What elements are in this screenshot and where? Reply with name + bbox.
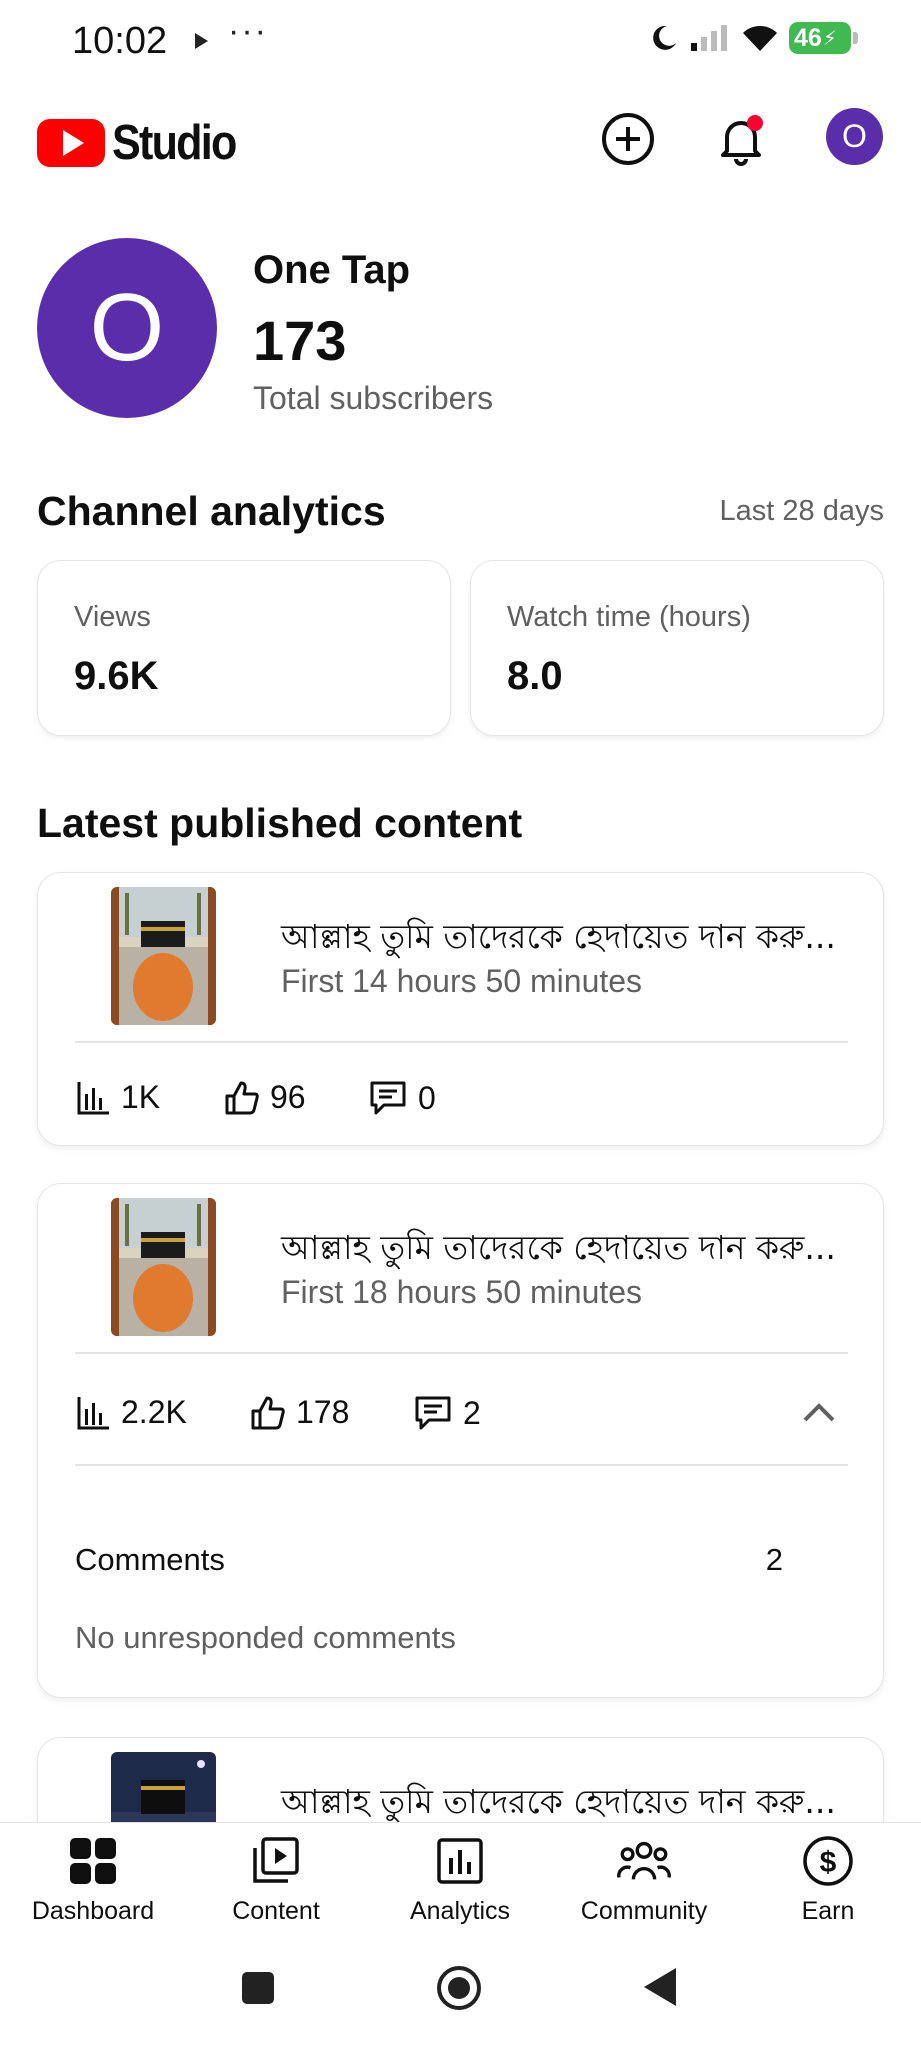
views-count: 2.2K [121,1394,187,1430]
account-avatar[interactable]: O [826,108,883,165]
nav-label: Earn [801,1897,855,1925]
signal-icon [691,25,727,51]
system-navigation [0,1942,921,2048]
watch-time-card[interactable]: Watch time (hours) 8.0 [470,560,884,736]
battery-level: 46 [794,23,822,52]
likes-metric: 96 [224,1079,306,1116]
subscriber-label: Total subscribers [253,380,494,416]
watch-time-label: Watch time (hours) [507,601,751,633]
content-icon [253,1837,299,1883]
views-metric: 1K [75,1079,160,1116]
thumbs-up-icon [225,1081,259,1114]
video-title[interactable]: আল্লাহ তুমি তাদেরকে হেদায়েত দান করু... [281,1222,836,1278]
nav-label: Community [580,1897,708,1925]
recents-square-icon[interactable] [240,1970,276,2006]
nav-earn[interactable]: $ Earn [736,1833,920,1943]
dashboard-icon [70,1838,116,1884]
chevron-up-icon[interactable] [799,1392,839,1432]
video-thumbnail[interactable] [111,887,216,1025]
notifications-button[interactable] [711,109,771,169]
video-age: First 18 hours 50 minutes [281,1274,643,1310]
back-triangle-icon[interactable] [642,1966,678,2008]
youtube-play-icon [37,119,105,167]
views-value: 9.6K [74,654,159,698]
nav-analytics[interactable]: Analytics [368,1833,552,1943]
nav-dashboard[interactable]: Dashboard [1,1833,185,1943]
community-icon [617,1841,671,1880]
comment-icon [415,1396,451,1430]
analytics-period: Last 28 days [719,495,884,527]
app-header: Studio O [0,95,921,185]
comments-total: 2 [765,1542,783,1577]
bar-chart-icon [77,1081,109,1114]
analytics-icon [437,1838,483,1884]
watch-time-value: 8.0 [507,654,563,698]
status-time: 10:02 [72,20,168,62]
views-count: 1K [121,1079,161,1115]
nav-content[interactable]: Content [184,1833,368,1943]
thumbs-up-icon [251,1396,285,1429]
comments-label[interactable]: Comments [75,1542,225,1578]
moon-icon [653,25,676,50]
bar-chart-icon [77,1396,109,1429]
comment-icon [370,1081,406,1115]
svg-text:$: $ [820,1846,837,1879]
video-age: First 14 hours 50 minutes [281,963,643,999]
media-play-icon [195,33,208,49]
video-thumbnail[interactable] [111,1198,216,1336]
likes-count: 178 [296,1394,350,1430]
battery-icon: 46 ⚡ [789,22,858,54]
bell-icon [721,115,763,166]
wifi-icon [743,25,777,51]
status-more-dots: ··· [228,12,268,50]
content-card[interactable]: আল্লাহ তুমি তাদেরকে হেদায়েত দান করু... … [37,1183,884,1698]
status-bar: 10:02 ··· 46 ⚡ [0,0,921,90]
latest-content-title: Latest published content [37,800,523,846]
comments-metric: 0 [368,1079,436,1117]
nav-label: Analytics [409,1897,511,1925]
card-divider [75,1464,848,1466]
views-label: Views [74,601,151,633]
views-card[interactable]: Views 9.6K [37,560,451,736]
logo-text: Studio [112,116,237,170]
likes-count: 96 [270,1079,306,1115]
card-divider [75,1041,848,1043]
plus-circle-icon [602,113,654,165]
video-title[interactable]: আল্লাহ তুমি তাদেরকে হেদায়েত দান করু... [281,911,836,967]
views-metric: 2.2K [75,1394,187,1431]
analytics-title: Channel analytics [37,488,386,534]
home-circle-icon[interactable] [435,1964,483,2012]
card-divider [75,1352,848,1354]
comments-count: 2 [463,1394,481,1431]
likes-metric: 178 [250,1394,349,1431]
youtube-studio-logo[interactable]: Studio [37,115,252,171]
content-card[interactable]: আল্লাহ তুমি তাদেরকে হেদায়েত দান করু... … [37,872,884,1146]
comments-count: 0 [418,1079,436,1116]
nav-label: Dashboard [31,1897,155,1925]
subscriber-count: 173 [253,309,347,372]
create-button[interactable] [598,109,658,169]
bottom-navigation: Dashboard Content Analytics Community $ … [0,1822,921,1942]
comments-metric: 2 [413,1394,481,1432]
channel-name: One Tap [253,248,411,292]
unresponded-status: No unresponded comments [75,1620,456,1655]
channel-avatar[interactable]: O [37,238,217,418]
nav-community[interactable]: Community [552,1833,736,1943]
nav-label: Content [232,1897,320,1925]
status-indicators: 46 ⚡ [649,22,858,54]
earn-icon: $ [803,1836,853,1886]
